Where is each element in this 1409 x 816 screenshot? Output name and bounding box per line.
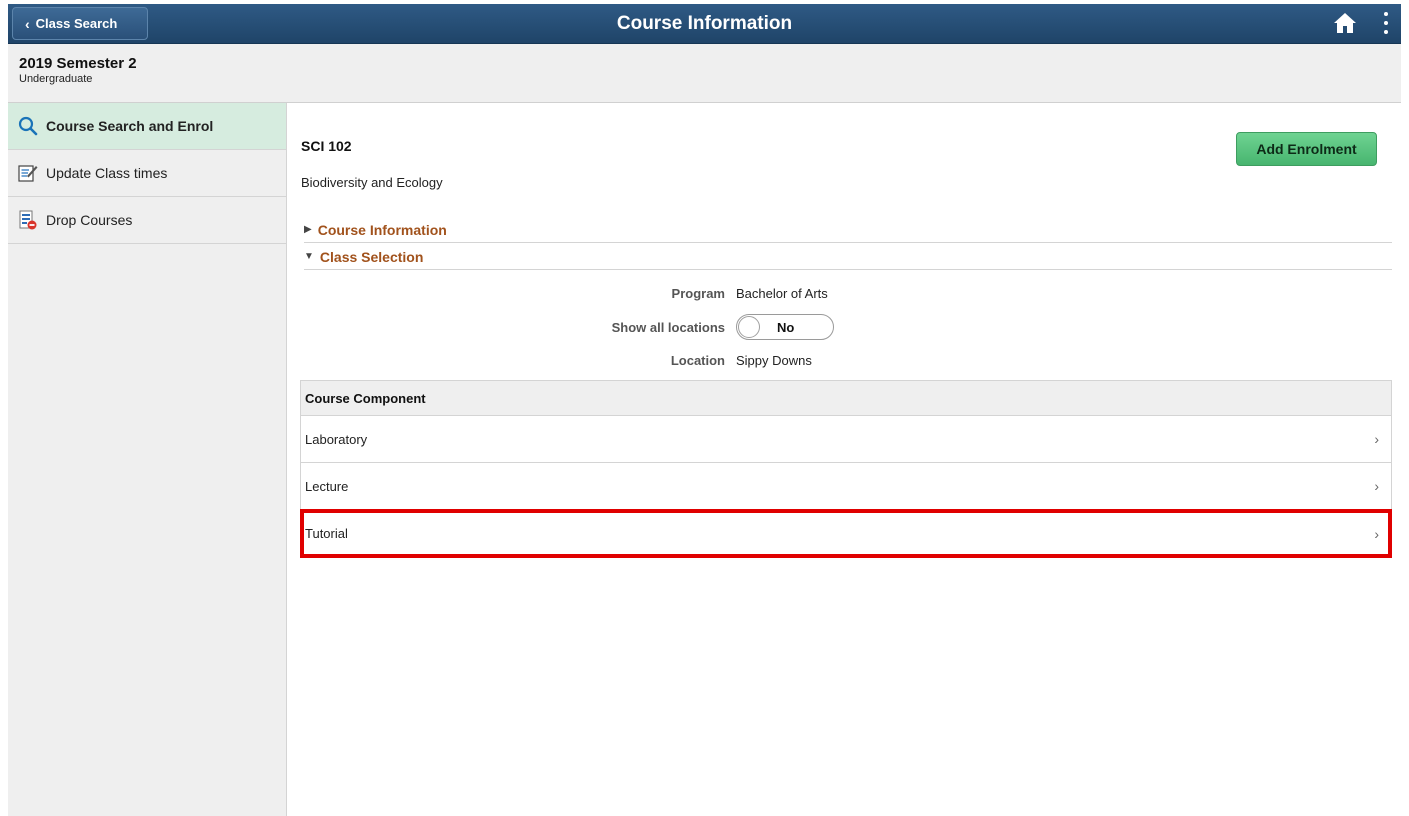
location-value: Sippy Downs xyxy=(736,352,812,368)
page-title: Course Information xyxy=(616,12,793,34)
location-field-row: Location Sippy Downs xyxy=(300,348,1392,372)
section-title: Class Selection xyxy=(319,248,424,265)
search-icon xyxy=(18,116,38,136)
program-field-row: Program Bachelor of Arts xyxy=(300,281,1392,305)
sidebar-item-course-search-and-enrol[interactable]: Course Search and Enrol xyxy=(8,103,286,150)
row-label: Laboratory xyxy=(305,431,368,447)
grid-header: Course Component xyxy=(301,380,1391,416)
back-to-class-search-button[interactable]: ‹ Class Search xyxy=(12,7,148,40)
kebab-menu-icon[interactable] xyxy=(1383,12,1389,34)
term-career: Undergraduate xyxy=(19,73,93,85)
grid-row-laboratory[interactable]: Laboratory › xyxy=(301,416,1391,463)
row-label: Tutorial xyxy=(305,526,348,541)
main-content: SCI 102 Biodiversity and Ecology Add Enr… xyxy=(300,103,1392,816)
term-title: 2019 Semester 2 xyxy=(19,55,137,72)
row-label: Lecture xyxy=(305,478,349,494)
toggle-value: No xyxy=(777,320,795,335)
sidebar-item-label: Update Class times xyxy=(46,165,168,181)
sidebar-item-update-class-times[interactable]: Update Class times xyxy=(8,150,286,197)
drop-list-icon xyxy=(18,210,38,230)
grid-row-lecture[interactable]: Lecture › xyxy=(301,463,1391,510)
show-all-locations-label: Show all locations xyxy=(611,319,725,335)
back-button-label: Class Search xyxy=(35,16,118,31)
home-icon[interactable] xyxy=(1333,11,1357,35)
grid-row-tutorial[interactable]: Tutorial › xyxy=(300,509,1392,558)
chevron-right-icon: › xyxy=(1374,431,1379,447)
toggle-knob xyxy=(738,316,760,338)
show-all-locations-toggle[interactable]: No xyxy=(736,314,834,340)
triangle-right-icon: ▶ xyxy=(304,224,312,235)
term-banner: 2019 Semester 2 Undergraduate xyxy=(8,44,1401,103)
program-value: Bachelor of Arts xyxy=(736,285,828,301)
section-title: Course Information xyxy=(317,221,447,238)
chevron-right-icon: › xyxy=(1374,525,1379,542)
class-selection-section-toggle[interactable]: ▼ Class Selection xyxy=(304,244,1392,270)
location-label: Location xyxy=(670,352,725,368)
sidebar-item-label: Drop Courses xyxy=(46,212,133,228)
sidebar: Course Search and Enrol Update Class tim… xyxy=(8,103,287,816)
add-enrolment-button[interactable]: Add Enrolment xyxy=(1236,132,1377,166)
course-code: SCI 102 xyxy=(301,138,352,154)
triangle-down-icon: ▼ xyxy=(304,251,314,262)
top-header-bar: ‹ Class Search Course Information xyxy=(8,4,1401,44)
program-label: Program xyxy=(671,285,725,301)
sidebar-item-label: Course Search and Enrol xyxy=(46,118,214,134)
sidebar-item-drop-courses[interactable]: Drop Courses xyxy=(8,197,286,244)
course-information-section-toggle[interactable]: ▶ Course Information xyxy=(304,217,1392,243)
chevron-left-icon: ‹ xyxy=(25,15,30,32)
course-component-grid: Course Component Laboratory › Lecture › … xyxy=(300,380,1392,558)
course-title: Biodiversity and Ecology xyxy=(301,175,443,190)
edit-document-icon xyxy=(18,163,38,183)
chevron-right-icon: › xyxy=(1374,478,1379,494)
show-all-locations-row: Show all locations No xyxy=(300,314,1392,340)
